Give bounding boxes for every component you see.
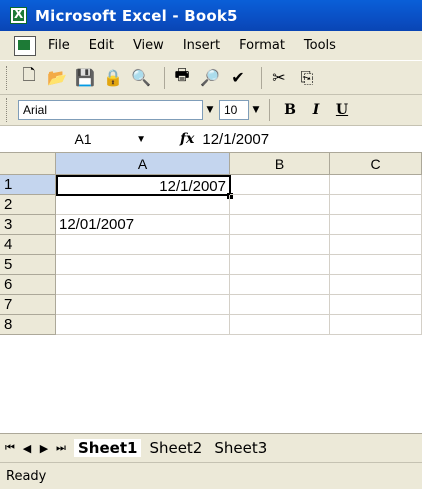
menu-edit[interactable]: Edit — [89, 38, 114, 53]
insert-function-icon[interactable]: fx — [180, 131, 194, 147]
cell-a1[interactable]: 12/1/2007 — [56, 175, 231, 196]
cut-icon[interactable]: ✂ — [268, 67, 290, 89]
row-header-8[interactable]: 8 — [0, 315, 56, 335]
menu-format[interactable]: Format — [239, 38, 285, 53]
cell-c4[interactable] — [330, 235, 422, 255]
select-all-corner[interactable] — [0, 153, 56, 175]
cell-c3[interactable] — [330, 215, 422, 235]
open-icon[interactable]: 📂 — [46, 67, 68, 89]
toolbar-grip[interactable] — [6, 98, 10, 122]
column-header-b[interactable]: B — [230, 153, 330, 175]
formula-input[interactable]: 12/1/2007 — [202, 131, 269, 148]
first-sheet-icon[interactable]: ⏮ — [3, 441, 17, 455]
new-icon[interactable]: 🗋 — [18, 65, 40, 89]
menu-file[interactable]: File — [48, 38, 70, 53]
cell-b6[interactable] — [230, 275, 330, 295]
toolbar-separator — [269, 99, 270, 121]
formatting-toolbar: Arial ▼ 10 ▼ B I U — [0, 95, 422, 126]
cell-b8[interactable] — [230, 315, 330, 335]
permission-icon[interactable]: 🔒 — [102, 67, 124, 89]
underline-button[interactable]: U — [330, 99, 354, 121]
cell-a4[interactable] — [56, 235, 230, 255]
menu-insert[interactable]: Insert — [183, 38, 220, 53]
cell-a5[interactable] — [56, 255, 230, 275]
excel-app-icon[interactable] — [10, 7, 27, 24]
standard-toolbar: 🗋 📂 💾 🔒 🔍 🖶 🔎 ✔ ✂ ⎘ — [0, 60, 422, 95]
print-icon[interactable]: 🖶 — [171, 65, 193, 89]
cell-b4[interactable] — [230, 235, 330, 255]
next-sheet-icon[interactable]: ▶ — [37, 442, 51, 455]
cell-c1[interactable] — [330, 175, 422, 195]
spelling-icon[interactable]: ✔ — [227, 67, 249, 89]
worksheet-grid: A B C 1 2 3 4 5 6 7 8 12/1/2007 12/01/20… — [0, 153, 422, 433]
tab-sheet2[interactable]: Sheet2 — [145, 439, 206, 457]
tab-sheet1[interactable]: Sheet1 — [74, 439, 142, 457]
sheet-tab-bar: ⏮ ◀ ▶ ⏭ Sheet1 Sheet2 Sheet3 — [0, 433, 422, 462]
research-icon[interactable]: 🔍 — [130, 67, 152, 89]
print-preview-icon[interactable]: 🔎 — [199, 67, 221, 89]
font-dropdown-icon[interactable]: ▼ — [203, 100, 217, 120]
toolbar-separator — [164, 66, 165, 89]
italic-button[interactable]: I — [304, 99, 328, 121]
row-header-6[interactable]: 6 — [0, 275, 56, 295]
toolbar-separator — [261, 66, 262, 89]
window-title: Microsoft Excel - Book5 — [35, 6, 238, 25]
menu-tools[interactable]: Tools — [304, 38, 336, 53]
cell-b5[interactable] — [230, 255, 330, 275]
cell-b3[interactable] — [230, 215, 330, 235]
cell-c7[interactable] — [330, 295, 422, 315]
row-header-4[interactable]: 4 — [0, 235, 56, 255]
row-header-3[interactable]: 3 — [0, 215, 56, 235]
font-size-box[interactable]: 10 — [219, 100, 249, 120]
cell-a2[interactable] — [56, 195, 230, 215]
cell-b1[interactable] — [230, 175, 330, 195]
menu-bar: File Edit View Insert Format Tools — [0, 31, 422, 60]
menu-view[interactable]: View — [133, 38, 164, 53]
tab-sheet3[interactable]: Sheet3 — [210, 439, 271, 457]
cell-c8[interactable] — [330, 315, 422, 335]
last-sheet-icon[interactable]: ⏭ — [54, 441, 68, 455]
copy-icon[interactable]: ⎘ — [296, 67, 318, 89]
bold-button[interactable]: B — [278, 99, 302, 121]
name-box-value: A1 — [74, 131, 92, 147]
status-bar: Ready — [0, 462, 422, 489]
cell-c2[interactable] — [330, 195, 422, 215]
font-name-box[interactable]: Arial — [18, 100, 203, 120]
formula-bar: A1 ▼ fx 12/1/2007 — [0, 126, 422, 153]
cell-c5[interactable] — [330, 255, 422, 275]
toolbar-grip[interactable] — [6, 65, 10, 90]
workbook-icon[interactable] — [14, 35, 36, 56]
cell-a6[interactable] — [56, 275, 230, 295]
cell-a7[interactable] — [56, 295, 230, 315]
name-box[interactable]: A1 ▼ — [8, 129, 158, 150]
cell-c6[interactable] — [330, 275, 422, 295]
column-header-c[interactable]: C — [330, 153, 422, 175]
cell-a3[interactable]: 12/01/2007 — [56, 215, 230, 235]
save-icon[interactable]: 💾 — [74, 67, 96, 89]
cell-b7[interactable] — [230, 295, 330, 315]
cell-b2[interactable] — [230, 195, 330, 215]
row-header-1[interactable]: 1 — [0, 175, 56, 195]
chevron-down-icon[interactable]: ▼ — [136, 134, 146, 145]
status-text: Ready — [6, 468, 47, 484]
row-header-5[interactable]: 5 — [0, 255, 56, 275]
column-header-a[interactable]: A — [56, 153, 230, 175]
row-header-7[interactable]: 7 — [0, 295, 56, 315]
prev-sheet-icon[interactable]: ◀ — [20, 442, 34, 455]
row-header-2[interactable]: 2 — [0, 195, 56, 215]
cell-a8[interactable] — [56, 315, 230, 335]
title-bar: Microsoft Excel - Book5 — [0, 0, 422, 31]
size-dropdown-icon[interactable]: ▼ — [249, 100, 263, 120]
